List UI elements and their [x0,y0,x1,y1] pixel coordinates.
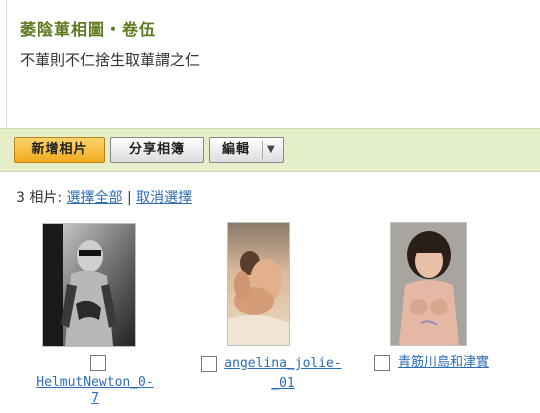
album-description: 不莗則不仁捨生取莗謂之仁 [20,51,201,69]
edit-divider [262,141,263,159]
photo-count: 3 相片: [16,190,63,206]
selection-bar: 3 相片: 選擇全部 | 取消選擇 [16,187,192,207]
photo-1-checkbox[interactable] [90,355,106,371]
photo-1-image [43,224,135,346]
photo-2-image [228,223,289,345]
chevron-down-icon: ▼ [267,144,275,155]
album-toolbar: 新增相片 分享相簿 編輯 ▼ [0,128,540,172]
photo-2-caption-line1: angelina_jolie- [224,356,342,371]
photo-thumbnail-2[interactable] [227,222,290,346]
selection-separator: | [126,190,132,206]
edit-label: 編輯 [222,142,251,157]
photo-3-caption[interactable]: 青筋川島和津實 [398,355,510,371]
photo-thumbnail-1[interactable] [42,223,136,347]
select-all-link[interactable]: 選擇全部 [67,190,123,206]
photo-2-caption[interactable]: angelina_jolie- _01 [224,356,342,392]
photo-thumbnail-3[interactable] [390,222,467,346]
photo-1-caption[interactable]: HelmutNewton_0- 7 [20,375,170,407]
photo-1-caption-line2: 7 [91,391,99,406]
add-photos-button[interactable]: 新增相片 [14,137,105,163]
album-title: 萎陰莗相圖・卷伍 [20,20,157,39]
deselect-all-link[interactable]: 取消選擇 [136,190,192,206]
album-header: 萎陰莗相圖・卷伍 不莗則不仁捨生取莗謂之仁 [6,0,540,129]
album-page: 萎陰莗相圖・卷伍 不莗則不仁捨生取莗謂之仁 新增相片 分享相簿 編輯 ▼ 3 相… [0,0,540,413]
photo-3-caption-line1: 青筋川島和津實 [398,355,490,370]
share-album-button[interactable]: 分享相簿 [110,137,204,163]
edit-dropdown-button[interactable]: 編輯 ▼ [209,137,284,163]
photo-3-checkbox[interactable] [374,355,390,371]
photo-2-caption-line2: _01 [271,376,295,391]
photo-3-image [391,223,466,345]
photo-1-caption-line1: HelmutNewton_0- [36,375,154,390]
photo-2-checkbox[interactable] [201,356,217,372]
